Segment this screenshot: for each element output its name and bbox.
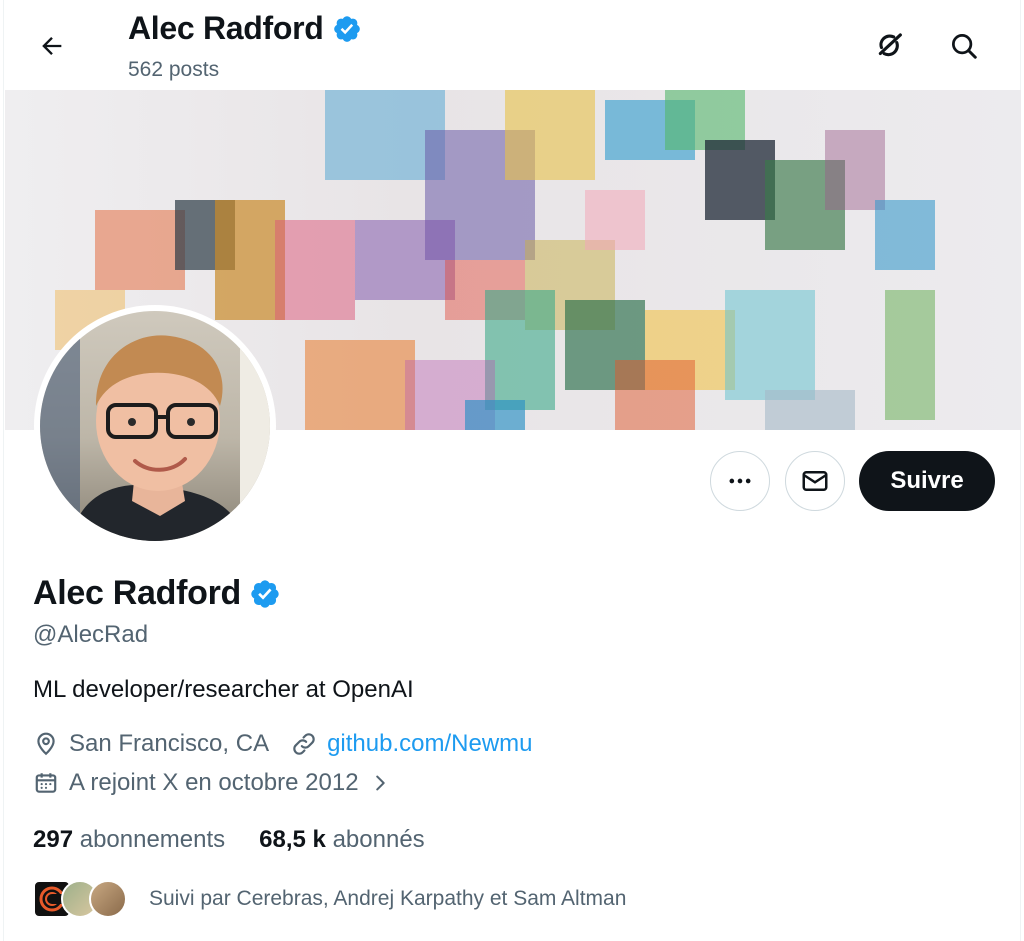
website-link[interactable]: github.com/Newmu (327, 730, 532, 758)
website-item: github.com/Newmu (291, 730, 533, 758)
followers-count-link[interactable]: 68,5 k abonnés (259, 826, 425, 854)
more-options-button[interactable] (710, 451, 770, 511)
profile-meta-row: San Francisco, CA github.com/Newmu (33, 730, 555, 758)
follower-avatar-altman (89, 880, 127, 918)
message-button[interactable] (785, 451, 845, 511)
followed-by-text[interactable]: Suivi par Cerebras, Andrej Karpathy et S… (149, 887, 626, 911)
following-count: 297 (33, 826, 74, 853)
verified-badge-icon (333, 15, 360, 42)
joined-item: A rejoint X en octobre 2012 (33, 769, 391, 797)
profile-page: Alec Radford 562 posts Suivre Alec Radfo… (3, 0, 1021, 941)
profile-bio: ML developer/researcher at OpenAI (33, 676, 414, 703)
calendar-icon (35, 773, 57, 793)
location-text: San Francisco, CA (69, 730, 270, 757)
header-name: Alec Radford (128, 10, 324, 46)
link-icon (293, 733, 315, 755)
search-icon (952, 34, 977, 59)
location-pin-icon (37, 732, 55, 756)
header-post-count: 562 posts (128, 58, 220, 81)
grok-icon (878, 33, 902, 57)
follow-button[interactable]: Suivre (859, 451, 995, 511)
search-button[interactable] (940, 22, 988, 70)
joined-row[interactable]: A rejoint X en octobre 2012 (33, 769, 413, 797)
following-count-link[interactable]: 297 abonnements (33, 826, 225, 854)
more-dots-icon (729, 478, 751, 484)
profile-header-bar: Alec Radford 562 posts (4, 0, 1020, 90)
header-title: Alec Radford (128, 10, 362, 47)
follow-counts: 297 abonnements 68,5 k abonnés (33, 826, 425, 854)
joined-text: A rejoint X en octobre 2012 (69, 769, 359, 796)
verified-badge-icon[interactable] (249, 578, 281, 610)
chevron-right-icon (375, 775, 385, 791)
location-item: San Francisco, CA (33, 730, 269, 758)
arrow-left-icon (42, 37, 62, 55)
profile-avatar[interactable] (34, 305, 276, 547)
avatar-photo (40, 311, 270, 541)
followed-by-row[interactable]: Suivi par Cerebras, Andrej Karpathy et S… (33, 880, 626, 918)
grok-button[interactable] (866, 22, 914, 70)
followers-label: abonnés (332, 826, 425, 853)
profile-name: Alec Radford (33, 574, 241, 612)
envelope-icon (802, 471, 828, 491)
profile-name-row: Alec Radford (33, 574, 281, 613)
profile-handle: @AlecRad (33, 621, 149, 648)
followers-count: 68,5 k (259, 826, 326, 853)
following-label: abonnements (79, 826, 226, 853)
back-button[interactable] (28, 22, 76, 70)
